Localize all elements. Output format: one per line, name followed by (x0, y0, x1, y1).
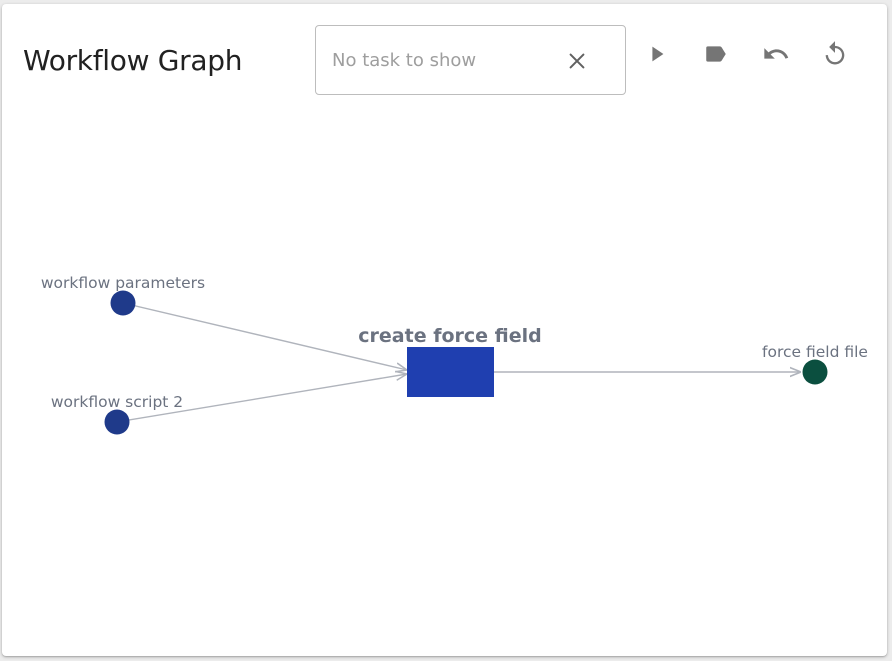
graph-node-workflow-parameters[interactable]: workflow parameters (41, 274, 205, 316)
workflow-graph-panel: Workflow Graph No task to show workflow … (2, 4, 887, 656)
node-label: workflow parameters (41, 274, 205, 292)
task-label: create force field (358, 325, 541, 347)
input-node-circle[interactable] (110, 290, 136, 316)
node-label: workflow script 2 (51, 393, 183, 411)
task-node-box[interactable] (407, 347, 494, 397)
node-label: force field file (762, 343, 868, 361)
input-node-circle[interactable] (104, 409, 130, 435)
output-node-circle[interactable] (802, 359, 828, 385)
workflow-graph-canvas[interactable]: workflow parameters workflow script 2 cr… (2, 4, 887, 656)
graph-node-create-force-field[interactable]: create force field (358, 325, 542, 397)
graph-node-force-field-file[interactable]: force field file (762, 343, 868, 385)
